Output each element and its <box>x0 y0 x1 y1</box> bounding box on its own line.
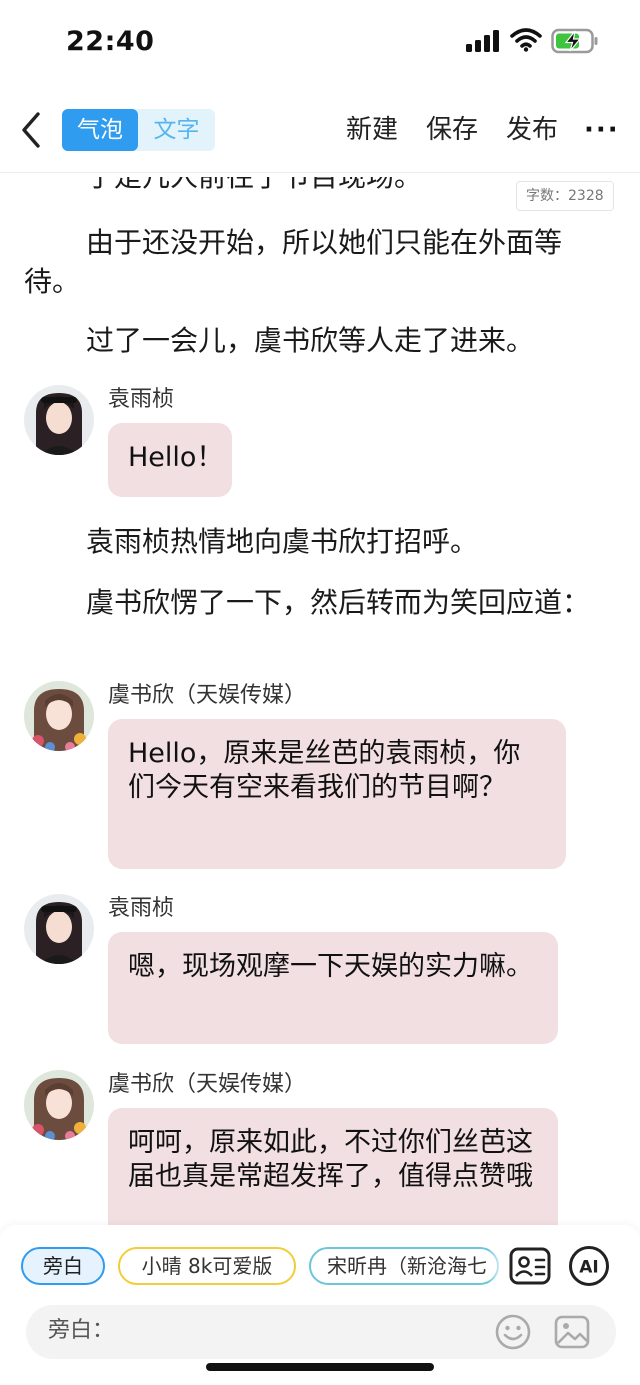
chat-bubble[interactable]: 呵呵，原来如此，不过你们丝芭这届也真是常超发挥了，值得点赞哦 <box>108 1108 558 1225</box>
speaker-name: 袁雨桢 <box>108 387 175 412</box>
wifi-icon <box>510 28 542 52</box>
status-time: 22:40 <box>66 26 155 57</box>
contact-card-icon[interactable] <box>509 1245 551 1287</box>
avatar-yuan-yuzhen[interactable] <box>24 894 94 964</box>
new-button[interactable]: 新建 <box>346 110 398 150</box>
composer-input[interactable] <box>108 1313 488 1349</box>
svg-text:AI: AI <box>579 1258 598 1278</box>
word-count-badge: 字数：2328 <box>516 181 614 211</box>
more-button[interactable]: ··· <box>584 110 620 150</box>
avatar-yu-shuxin[interactable] <box>24 1070 94 1140</box>
back-button[interactable] <box>14 108 54 152</box>
avatar-yuan-yuzhen[interactable] <box>24 385 94 455</box>
status-bar: 22:40 <box>0 0 640 88</box>
ai-icon[interactable]: AI <box>568 1245 610 1287</box>
avatar-yu-shuxin[interactable] <box>24 681 94 751</box>
save-button[interactable]: 保存 <box>426 110 478 150</box>
publish-button[interactable]: 发布 <box>506 110 558 150</box>
role-chip-narration[interactable]: 旁白 <box>21 1247 105 1285</box>
speaker-name: 袁雨桢 <box>108 896 175 921</box>
battery-charging-icon <box>551 28 598 54</box>
signal-icon <box>466 30 499 52</box>
chat-bubble[interactable]: Hello！ <box>108 423 232 497</box>
mode-text-tab[interactable]: 文字 <box>138 109 215 151</box>
chat-bubble[interactable]: 嗯，现场观摩一下天娱的实力嘛。 <box>108 932 558 1044</box>
mode-bubble-tab[interactable]: 气泡 <box>62 109 138 151</box>
image-icon[interactable] <box>553 1313 591 1351</box>
chip-scroll-fade <box>488 1243 506 1289</box>
narration-paragraph[interactable]: 虞书欣愣了一下，然后转而为笑回应道： <box>24 583 604 622</box>
chat-bubble[interactable]: Hello，原来是丝芭的袁雨桢，你们今天有空来看我们的节目啊？ <box>108 719 566 869</box>
narration-paragraph[interactable]: 袁雨桢热情地向虞书欣打招呼。 <box>24 522 604 561</box>
home-indicator[interactable] <box>206 1363 434 1371</box>
chat-message[interactable]: 袁雨桢 Hello！ <box>24 385 624 505</box>
top-nav-bar: 气泡 文字 新建 保存 发布 ··· <box>0 100 640 173</box>
speaker-name: 虞书欣（天娱传媒） <box>108 683 307 708</box>
composer-input-bar: 旁白： <box>26 1305 616 1359</box>
role-chip-xiaoqing[interactable]: 小晴 8k可爱版 <box>118 1247 296 1285</box>
chat-message[interactable]: 虞书欣（天娱传媒） 呵呵，原来如此，不过你们丝芭这届也真是常超发挥了，值得点赞哦 <box>24 1070 624 1225</box>
story-content[interactable]: 字数：2328 于是几人前往了节目现场。 由于还没开始，所以她们只能在外面等待。… <box>0 173 640 1225</box>
narration-paragraph[interactable]: 由于还没开始，所以她们只能在外面等待。 <box>24 223 604 301</box>
bottom-composer-panel: 旁白 小晴 8k可爱版 宋昕冉（新沧海七 AI 旁白： <box>0 1225 640 1385</box>
chat-message[interactable]: 袁雨桢 嗯，现场观摩一下天娱的实力嘛。 <box>24 894 624 1054</box>
narration-paragraph[interactable]: 过了一会儿，虞书欣等人走了进来。 <box>24 321 604 360</box>
role-chip-song-xinran[interactable]: 宋昕冉（新沧海七 <box>309 1247 499 1285</box>
composer-role-label: 旁白： <box>48 1318 115 1343</box>
emoji-icon[interactable] <box>494 1313 532 1351</box>
mode-toggle: 气泡 文字 <box>62 109 215 151</box>
chat-message[interactable]: 虞书欣（天娱传媒） Hello，原来是丝芭的袁雨桢，你们今天有空来看我们的节目啊… <box>24 681 624 871</box>
role-chip-label: 宋昕冉（新沧海七 <box>327 1254 487 1278</box>
speaker-name: 虞书欣（天娱传媒） <box>108 1072 307 1097</box>
